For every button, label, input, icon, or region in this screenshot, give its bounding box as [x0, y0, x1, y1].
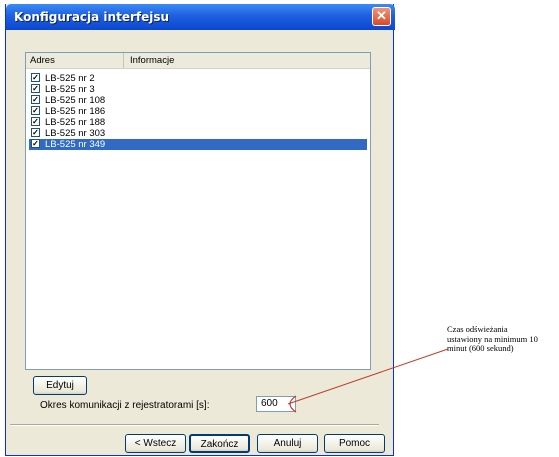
annotation-line: minut (600 sekund) — [447, 343, 514, 353]
annotation-arrow — [287, 348, 449, 413]
annotation-note: Czas odświeżania ustawiony na minimum 10… — [447, 324, 559, 354]
